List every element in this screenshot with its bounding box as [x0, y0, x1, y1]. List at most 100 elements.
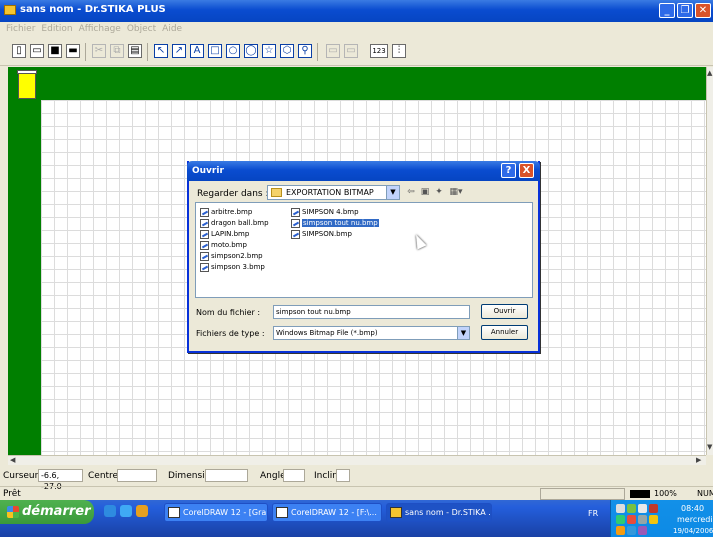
import-icon[interactable]: ▭: [326, 44, 340, 58]
back-icon[interactable]: ⇦: [405, 186, 417, 198]
list-item[interactable]: SIMPSON 4.bmp: [291, 207, 359, 218]
tray-icon[interactable]: [649, 504, 658, 513]
cut-icon[interactable]: ✂: [92, 44, 106, 58]
ruler-icon[interactable]: ⫶: [392, 44, 406, 58]
chevron-down-icon[interactable]: ▼: [457, 327, 469, 339]
bitmap-file-icon: [200, 230, 209, 239]
view-menu-icon[interactable]: ▦▾: [447, 186, 465, 198]
tray-icon[interactable]: [627, 504, 636, 513]
tray-icon[interactable]: [616, 526, 625, 535]
taskbar-item-coreldraw-1[interactable]: CorelDRAW 12 - [Gra...: [164, 503, 268, 522]
menu-bar: Fichier Edition Affichage Object Aide: [0, 22, 713, 36]
up-folder-icon[interactable]: ▣: [419, 186, 431, 198]
bitmap-file-icon: [200, 219, 209, 228]
tray-icon[interactable]: [627, 515, 636, 524]
bitmap-file-icon: [200, 241, 209, 250]
language-indicator[interactable]: FR: [588, 509, 598, 518]
bitmap-file-icon: [200, 208, 209, 217]
filetype-dropdown[interactable]: Windows Bitmap File (*.bmp) ▼: [273, 326, 470, 340]
status-ready: Prêt: [3, 489, 21, 499]
taskbar-item-coreldraw-2[interactable]: CorelDRAW 12 - [F:\...: [272, 503, 382, 522]
minimize-button[interactable]: _: [659, 3, 675, 18]
title-bar: sans nom - Dr.STIKA PLUS _ ❐ ✕: [0, 0, 713, 22]
status-indicator: [630, 490, 650, 498]
incliner-value: [336, 469, 350, 482]
dimension-value: [205, 469, 248, 482]
open-icon[interactable]: ▭: [30, 44, 44, 58]
list-item[interactable]: moto.bmp: [200, 240, 247, 251]
pointer-icon[interactable]: ↖: [154, 44, 168, 58]
print-icon[interactable]: ▬: [66, 44, 80, 58]
menu-edition[interactable]: Edition: [41, 22, 72, 36]
filename-input[interactable]: simpson tout nu.bmp: [273, 305, 470, 319]
tray-icon[interactable]: [627, 526, 636, 535]
coreldraw-icon: [276, 507, 288, 518]
polygon-icon[interactable]: ⬡: [280, 44, 294, 58]
new-icon[interactable]: ▯: [12, 44, 26, 58]
counter-icon[interactable]: 123: [370, 44, 388, 58]
clock-date: 19/04/2006: [673, 527, 713, 535]
list-item[interactable]: dragon ball.bmp: [200, 218, 269, 229]
bitmap-file-icon: [291, 230, 300, 239]
angle-value: [283, 469, 305, 482]
menu-fichier[interactable]: Fichier: [6, 22, 35, 36]
filetype-label: Fichiers de type :: [196, 329, 265, 338]
vertical-scrollbar[interactable]: ▲ ▼: [706, 67, 713, 455]
list-item-selected[interactable]: simpson tout nu.bmp: [291, 218, 379, 229]
new-folder-icon[interactable]: ✦: [433, 186, 445, 198]
save-icon[interactable]: ■: [48, 44, 62, 58]
tray-icon[interactable]: [616, 515, 625, 524]
look-in-dropdown[interactable]: EXPORTATION BITMAP ▼: [267, 185, 400, 200]
chevron-down-icon[interactable]: ▼: [386, 186, 399, 199]
coreldraw-icon: [168, 507, 180, 518]
star-icon[interactable]: ☆: [262, 44, 276, 58]
horizontal-scrollbar[interactable]: ◀ ▶: [8, 455, 706, 465]
list-item[interactable]: arbitre.bmp: [200, 207, 252, 218]
menu-affichage[interactable]: Affichage: [79, 22, 121, 36]
export-icon[interactable]: ▭: [344, 44, 358, 58]
copy-icon[interactable]: ⧉: [110, 44, 124, 58]
menu-object[interactable]: Object: [127, 22, 156, 36]
list-item[interactable]: simpson 3.bmp: [200, 262, 265, 273]
dialog-title: Ouvrir: [192, 166, 224, 176]
node-icon[interactable]: ↗: [172, 44, 186, 58]
quicklaunch-media-icon[interactable]: [136, 505, 148, 517]
tray-icon[interactable]: [638, 504, 647, 513]
folder-icon: [271, 188, 282, 197]
text-icon[interactable]: A: [190, 44, 204, 58]
left-ruler-band: [8, 100, 41, 455]
quicklaunch-ie-icon[interactable]: [104, 505, 116, 517]
system-tray: 08:40 mercredi 19/04/2006: [610, 500, 713, 537]
tray-icon[interactable]: [616, 504, 625, 513]
clock-time[interactable]: 08:40: [681, 504, 704, 513]
dialog-close-button[interactable]: X: [519, 163, 534, 178]
start-button[interactable]: démarrer: [0, 500, 94, 524]
taskbar-item-drstika[interactable]: sans nom - Dr.STIKA ...: [386, 503, 492, 522]
restore-button[interactable]: ❐: [677, 3, 693, 18]
quicklaunch-desktop-icon[interactable]: [120, 505, 132, 517]
list-item[interactable]: simpson2.bmp: [200, 251, 263, 262]
zoom-level: 100%: [654, 489, 677, 498]
windows-flag-icon: [7, 506, 19, 518]
cancel-button[interactable]: Annuler: [481, 325, 528, 340]
menu-aide[interactable]: Aide: [162, 22, 182, 36]
tray-icon[interactable]: [638, 515, 647, 524]
open-button[interactable]: Ouvrir: [481, 304, 528, 319]
bitmap-file-icon: [291, 208, 300, 217]
help-button[interactable]: ?: [501, 163, 516, 178]
list-item[interactable]: SIMPSON.bmp: [291, 229, 352, 240]
filename-label: Nom du fichier :: [196, 308, 261, 317]
tray-icon[interactable]: [638, 526, 647, 535]
file-list[interactable]: arbitre.bmp dragon ball.bmp LAPIN.bmp mo…: [195, 202, 533, 298]
dialog-title-bar: Ouvrir ? X: [187, 161, 540, 181]
pencil-tool-icon[interactable]: [17, 70, 37, 99]
list-item[interactable]: LAPIN.bmp: [200, 229, 249, 240]
zoom-icon[interactable]: ⚲: [298, 44, 312, 58]
paste-icon[interactable]: ▤: [128, 44, 142, 58]
close-button[interactable]: ✕: [695, 3, 711, 18]
ellipse2-icon[interactable]: ◯: [244, 44, 258, 58]
tray-icon[interactable]: [649, 515, 658, 524]
centre-value: [117, 469, 157, 482]
rectangle-icon[interactable]: □: [208, 44, 222, 58]
ellipse-icon[interactable]: ○: [226, 44, 240, 58]
